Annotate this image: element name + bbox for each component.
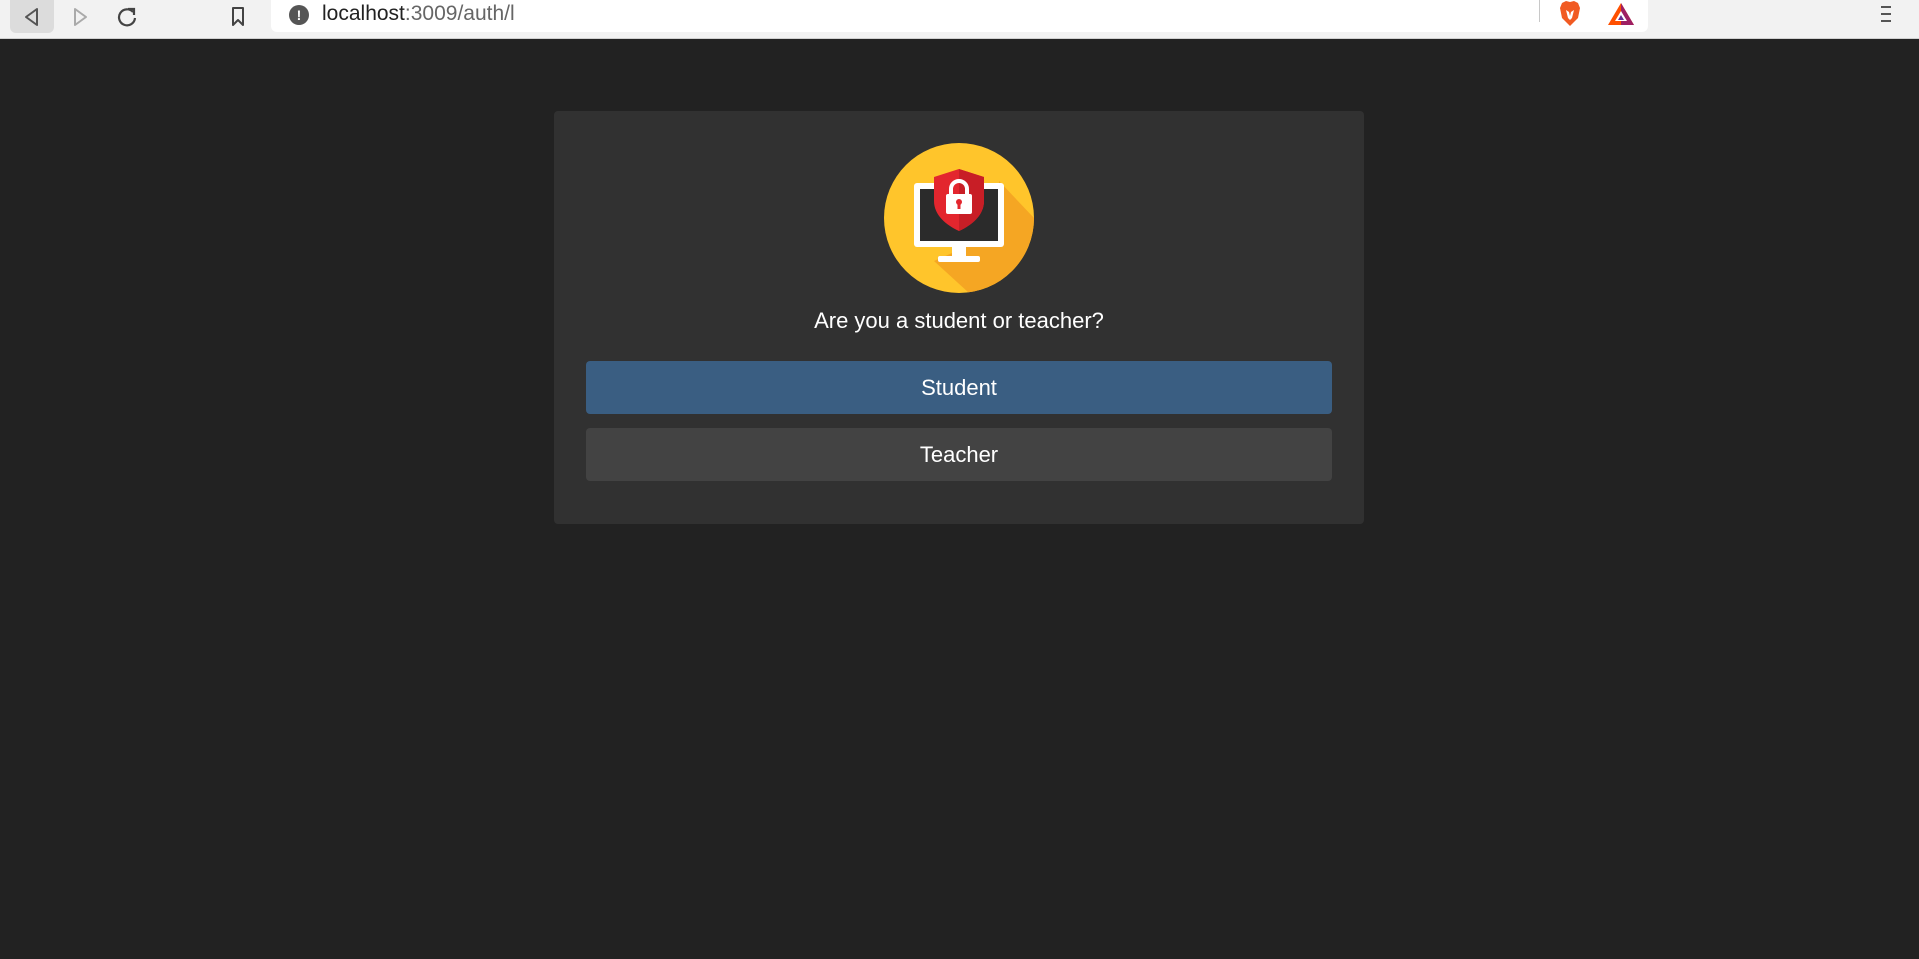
brave-rewards-button[interactable]	[1606, 0, 1636, 28]
url-text[interactable]: localhost:3009/auth/l	[322, 2, 515, 26]
brave-lion-icon	[1560, 1, 1580, 26]
back-icon	[25, 7, 38, 26]
bookmark-button[interactable]	[216, 0, 260, 33]
brave-shields-button[interactable]	[1555, 0, 1585, 28]
teacher-button[interactable]: Teacher	[586, 428, 1332, 481]
role-selection-card: Are you a student or teacher? Student Te…	[554, 111, 1364, 524]
forward-icon	[74, 7, 87, 26]
brave-rewards-icon	[1608, 3, 1634, 25]
browser-toolbar: ! localhost:3009/auth/l	[0, 0, 1919, 39]
url-host: localhost	[322, 2, 405, 25]
bookmark-icon	[232, 6, 244, 26]
forward-button[interactable]	[58, 0, 102, 33]
info-icon[interactable]: !	[289, 5, 309, 25]
reload-icon	[117, 7, 137, 26]
address-bar-divider	[1539, 0, 1540, 22]
address-bar[interactable]: ! localhost:3009/auth/l	[271, 0, 1648, 32]
browser-menu-button[interactable]	[1874, 0, 1898, 28]
reload-button[interactable]	[105, 0, 149, 33]
student-button[interactable]: Student	[586, 361, 1332, 414]
url-path: :3009/auth/l	[404, 2, 515, 25]
role-question: Are you a student or teacher?	[814, 308, 1104, 333]
back-button[interactable]	[10, 0, 54, 33]
hamburger-menu-icon	[1881, 6, 1891, 22]
monitor-shield-lock-icon	[884, 143, 1034, 293]
